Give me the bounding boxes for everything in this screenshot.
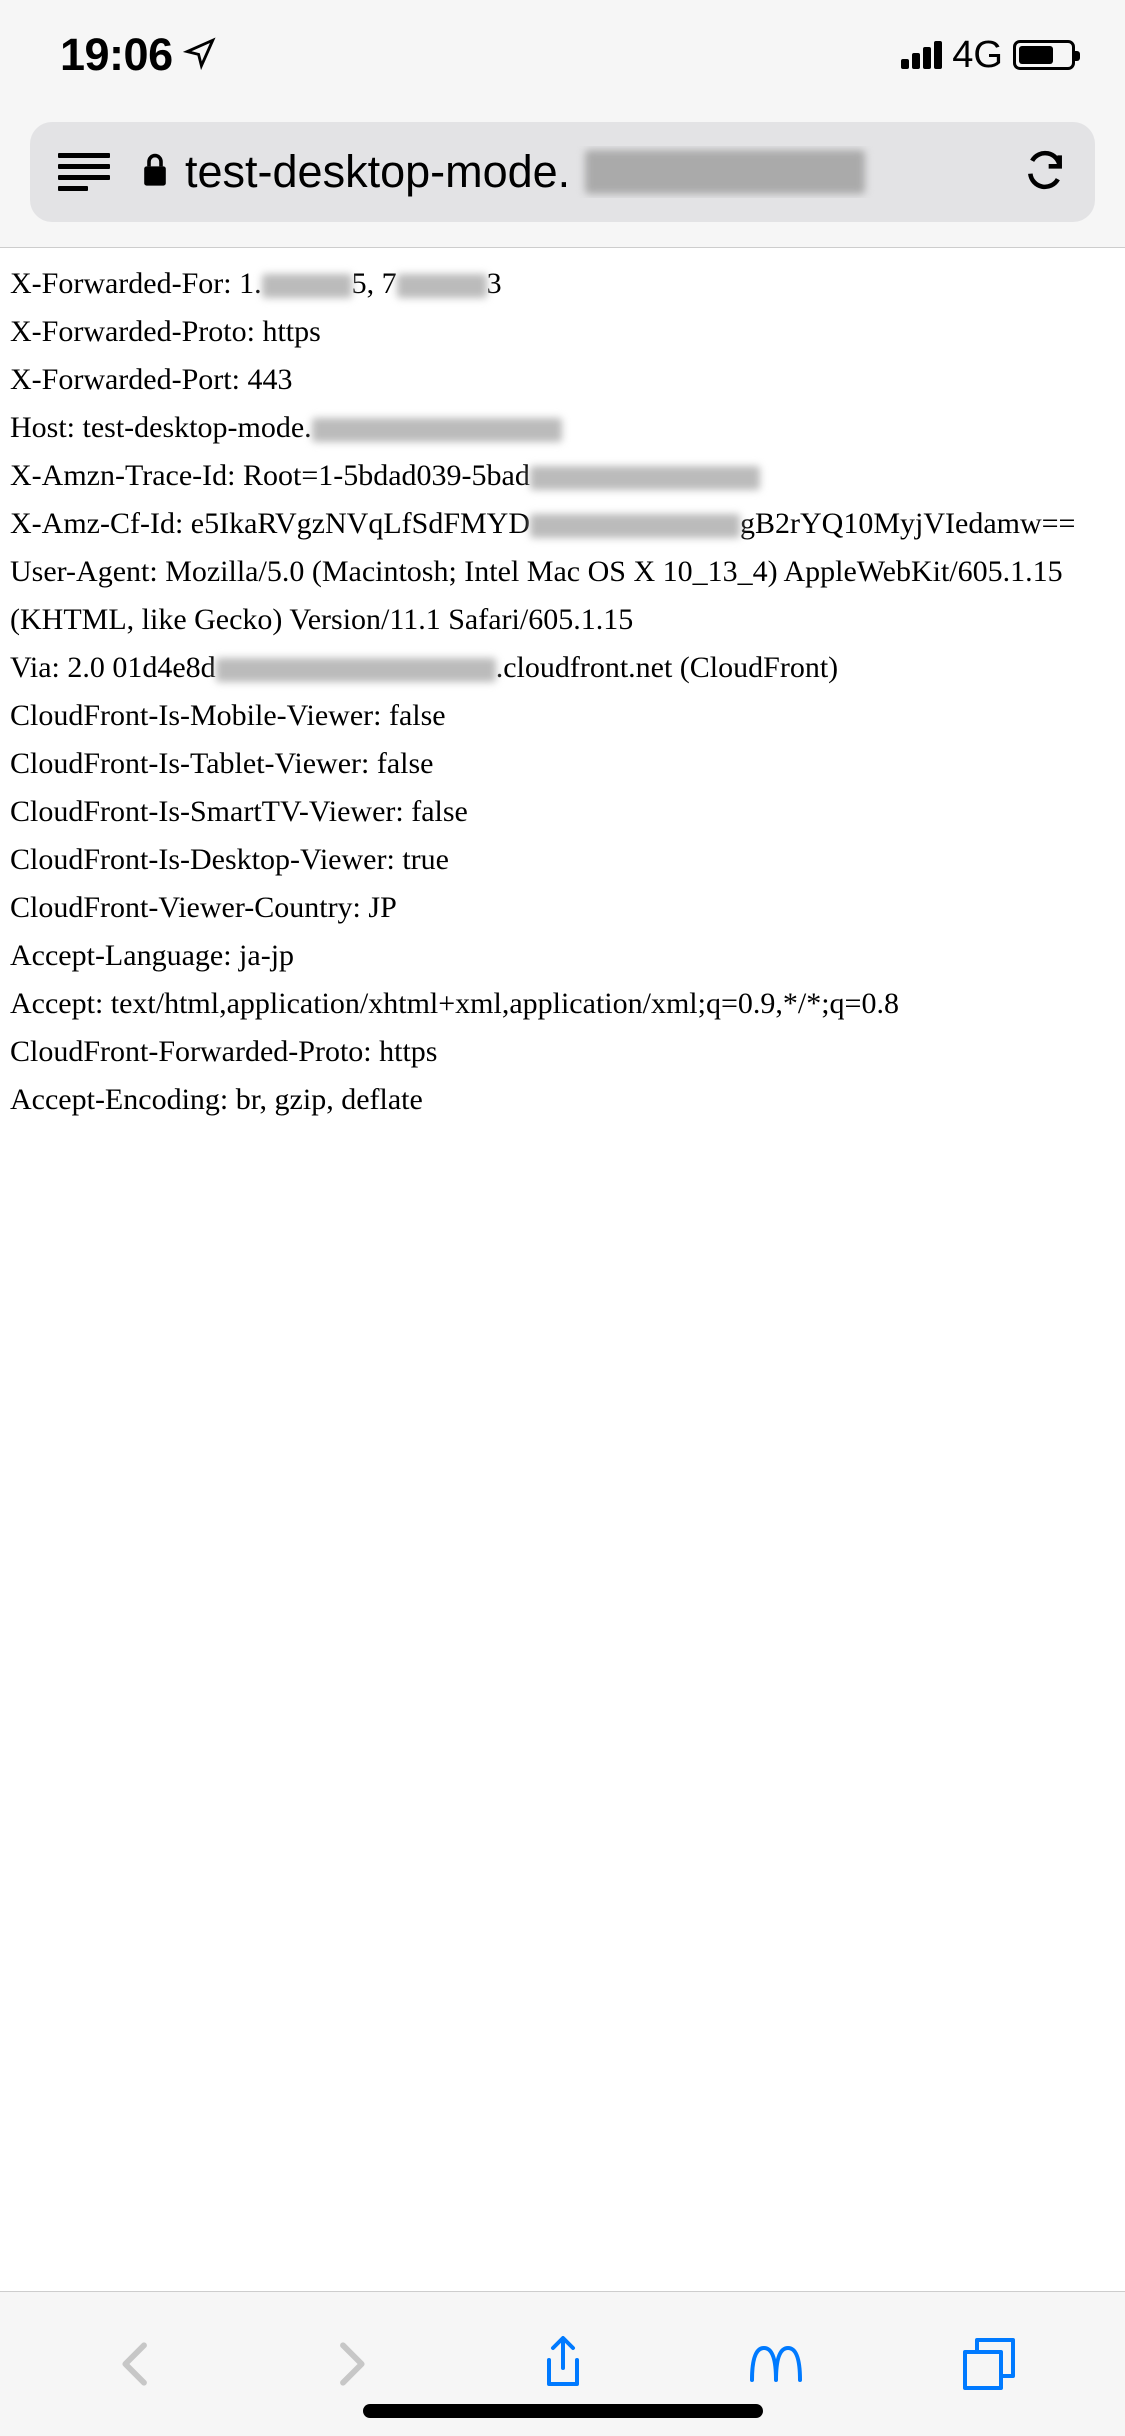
header-line: Accept-Language: ja-jp (10, 932, 1115, 980)
header-line: X-Amz-Cf-Id: e5IkaRVgzNVqLfSdFMYD gB2rYQ1… (10, 500, 1115, 548)
status-time: 19:06 (60, 29, 173, 81)
header-value-prefix: 1. (239, 267, 262, 300)
status-left: 19:06 (60, 29, 217, 81)
redacted-segment (397, 274, 487, 298)
header-label: CloudFront-Is-Tablet-Viewer: (10, 747, 377, 780)
header-value: Mozilla/5.0 (Macintosh; Intel Mac OS X 1… (10, 555, 1063, 636)
header-line: Accept-Encoding: br, gzip, deflate (10, 1076, 1115, 1124)
header-value-mid: 5, 7 (352, 267, 397, 300)
url-display[interactable]: test-desktop-mode. (140, 146, 993, 198)
header-line: CloudFront-Is-Tablet-Viewer: false (10, 740, 1115, 788)
header-value: https (379, 1035, 437, 1068)
header-label: CloudFront-Forwarded-Proto: (10, 1035, 379, 1068)
redacted-segment (216, 658, 496, 682)
header-label: User-Agent: (10, 555, 165, 588)
header-label: X-Amzn-Trace-Id: (10, 459, 243, 492)
address-bar-container: test-desktop-mode. (0, 110, 1125, 247)
header-value: 443 (247, 363, 292, 396)
header-line: CloudFront-Forwarded-Proto: https (10, 1028, 1115, 1076)
header-line: CloudFront-Is-Mobile-Viewer: false (10, 692, 1115, 740)
header-line: X-Amzn-Trace-Id: Root=1-5bdad039-5bad (10, 452, 1115, 500)
signal-icon (901, 41, 942, 69)
header-value-prefix: test-desktop-mode. (83, 411, 312, 444)
header-line: Via: 2.0 01d4e8d .cloudfront.net (CloudFr… (10, 644, 1115, 692)
tabs-button[interactable] (959, 2334, 1019, 2394)
header-line: User-Agent: Mozilla/5.0 (Macintosh; Inte… (10, 548, 1115, 644)
header-label: Host: (10, 411, 83, 444)
header-label: Accept-Language: (10, 939, 239, 972)
bookmarks-button[interactable] (746, 2334, 806, 2394)
reader-view-icon[interactable] (58, 153, 110, 191)
header-line: Host: test-desktop-mode. (10, 404, 1115, 452)
header-label: X-Forwarded-Port: (10, 363, 247, 396)
header-line: X-Forwarded-For: 1. 5, 7 3 (10, 260, 1115, 308)
header-value: false (411, 795, 468, 828)
header-label: Accept-Encoding: (10, 1083, 236, 1116)
header-value: br, gzip, deflate (236, 1083, 423, 1116)
status-bar: 19:06 4G (0, 0, 1125, 110)
home-indicator[interactable] (363, 2404, 763, 2418)
header-value: true (402, 843, 449, 876)
header-value: JP (368, 891, 396, 924)
header-line: CloudFront-Is-SmartTV-Viewer: false (10, 788, 1115, 836)
header-label: X-Forwarded-For: (10, 267, 239, 300)
redacted-segment (262, 274, 352, 298)
header-value-prefix: 2.0 01d4e8d (67, 651, 215, 684)
header-line: X-Forwarded-Port: 443 (10, 356, 1115, 404)
header-line: CloudFront-Viewer-Country: JP (10, 884, 1115, 932)
header-label: CloudFront-Is-SmartTV-Viewer: (10, 795, 411, 828)
url-redacted (585, 150, 865, 194)
redacted-segment (530, 466, 760, 490)
address-bar[interactable]: test-desktop-mode. (30, 122, 1095, 222)
location-icon (183, 36, 217, 75)
header-label: CloudFront-Is-Mobile-Viewer: (10, 699, 389, 732)
header-line: Accept: text/html,application/xhtml+xml,… (10, 980, 1115, 1028)
header-value: false (389, 699, 446, 732)
battery-icon (1013, 40, 1075, 70)
forward-button[interactable] (320, 2334, 380, 2394)
status-right: 4G (901, 34, 1075, 77)
header-value: text/html,application/xhtml+xml,applicat… (111, 987, 899, 1020)
header-value: https (262, 315, 320, 348)
header-line: X-Forwarded-Proto: https (10, 308, 1115, 356)
url-text: test-desktop-mode. (185, 146, 570, 198)
page-content[interactable]: X-Forwarded-For: 1. 5, 7 3 X-Forwarded-Prot… (0, 247, 1125, 2291)
header-label: X-Amz-Cf-Id: (10, 507, 191, 540)
header-value-suffix: 3 (487, 267, 502, 300)
share-button[interactable] (533, 2334, 593, 2394)
lock-icon (140, 152, 170, 193)
header-label: Accept: (10, 987, 111, 1020)
header-label: Via: (10, 651, 67, 684)
header-value-prefix: Root=1-5bdad039-5bad (243, 459, 530, 492)
header-value-suffix: gB2rYQ10MyjVIedamw== (740, 507, 1075, 540)
header-value: ja-jp (239, 939, 294, 972)
header-value-prefix: e5IkaRVgzNVqLfSdFMYD (191, 507, 530, 540)
refresh-icon[interactable] (1023, 148, 1067, 197)
header-line: CloudFront-Is-Desktop-Viewer: true (10, 836, 1115, 884)
header-value-suffix: .cloudfront.net (CloudFront) (496, 651, 838, 684)
header-label: CloudFront-Is-Desktop-Viewer: (10, 843, 402, 876)
redacted-segment (312, 418, 562, 442)
header-value: false (377, 747, 434, 780)
network-type: 4G (952, 34, 1003, 77)
header-label: CloudFront-Viewer-Country: (10, 891, 368, 924)
header-label: X-Forwarded-Proto: (10, 315, 262, 348)
redacted-segment (530, 514, 740, 538)
back-button[interactable] (107, 2334, 167, 2394)
